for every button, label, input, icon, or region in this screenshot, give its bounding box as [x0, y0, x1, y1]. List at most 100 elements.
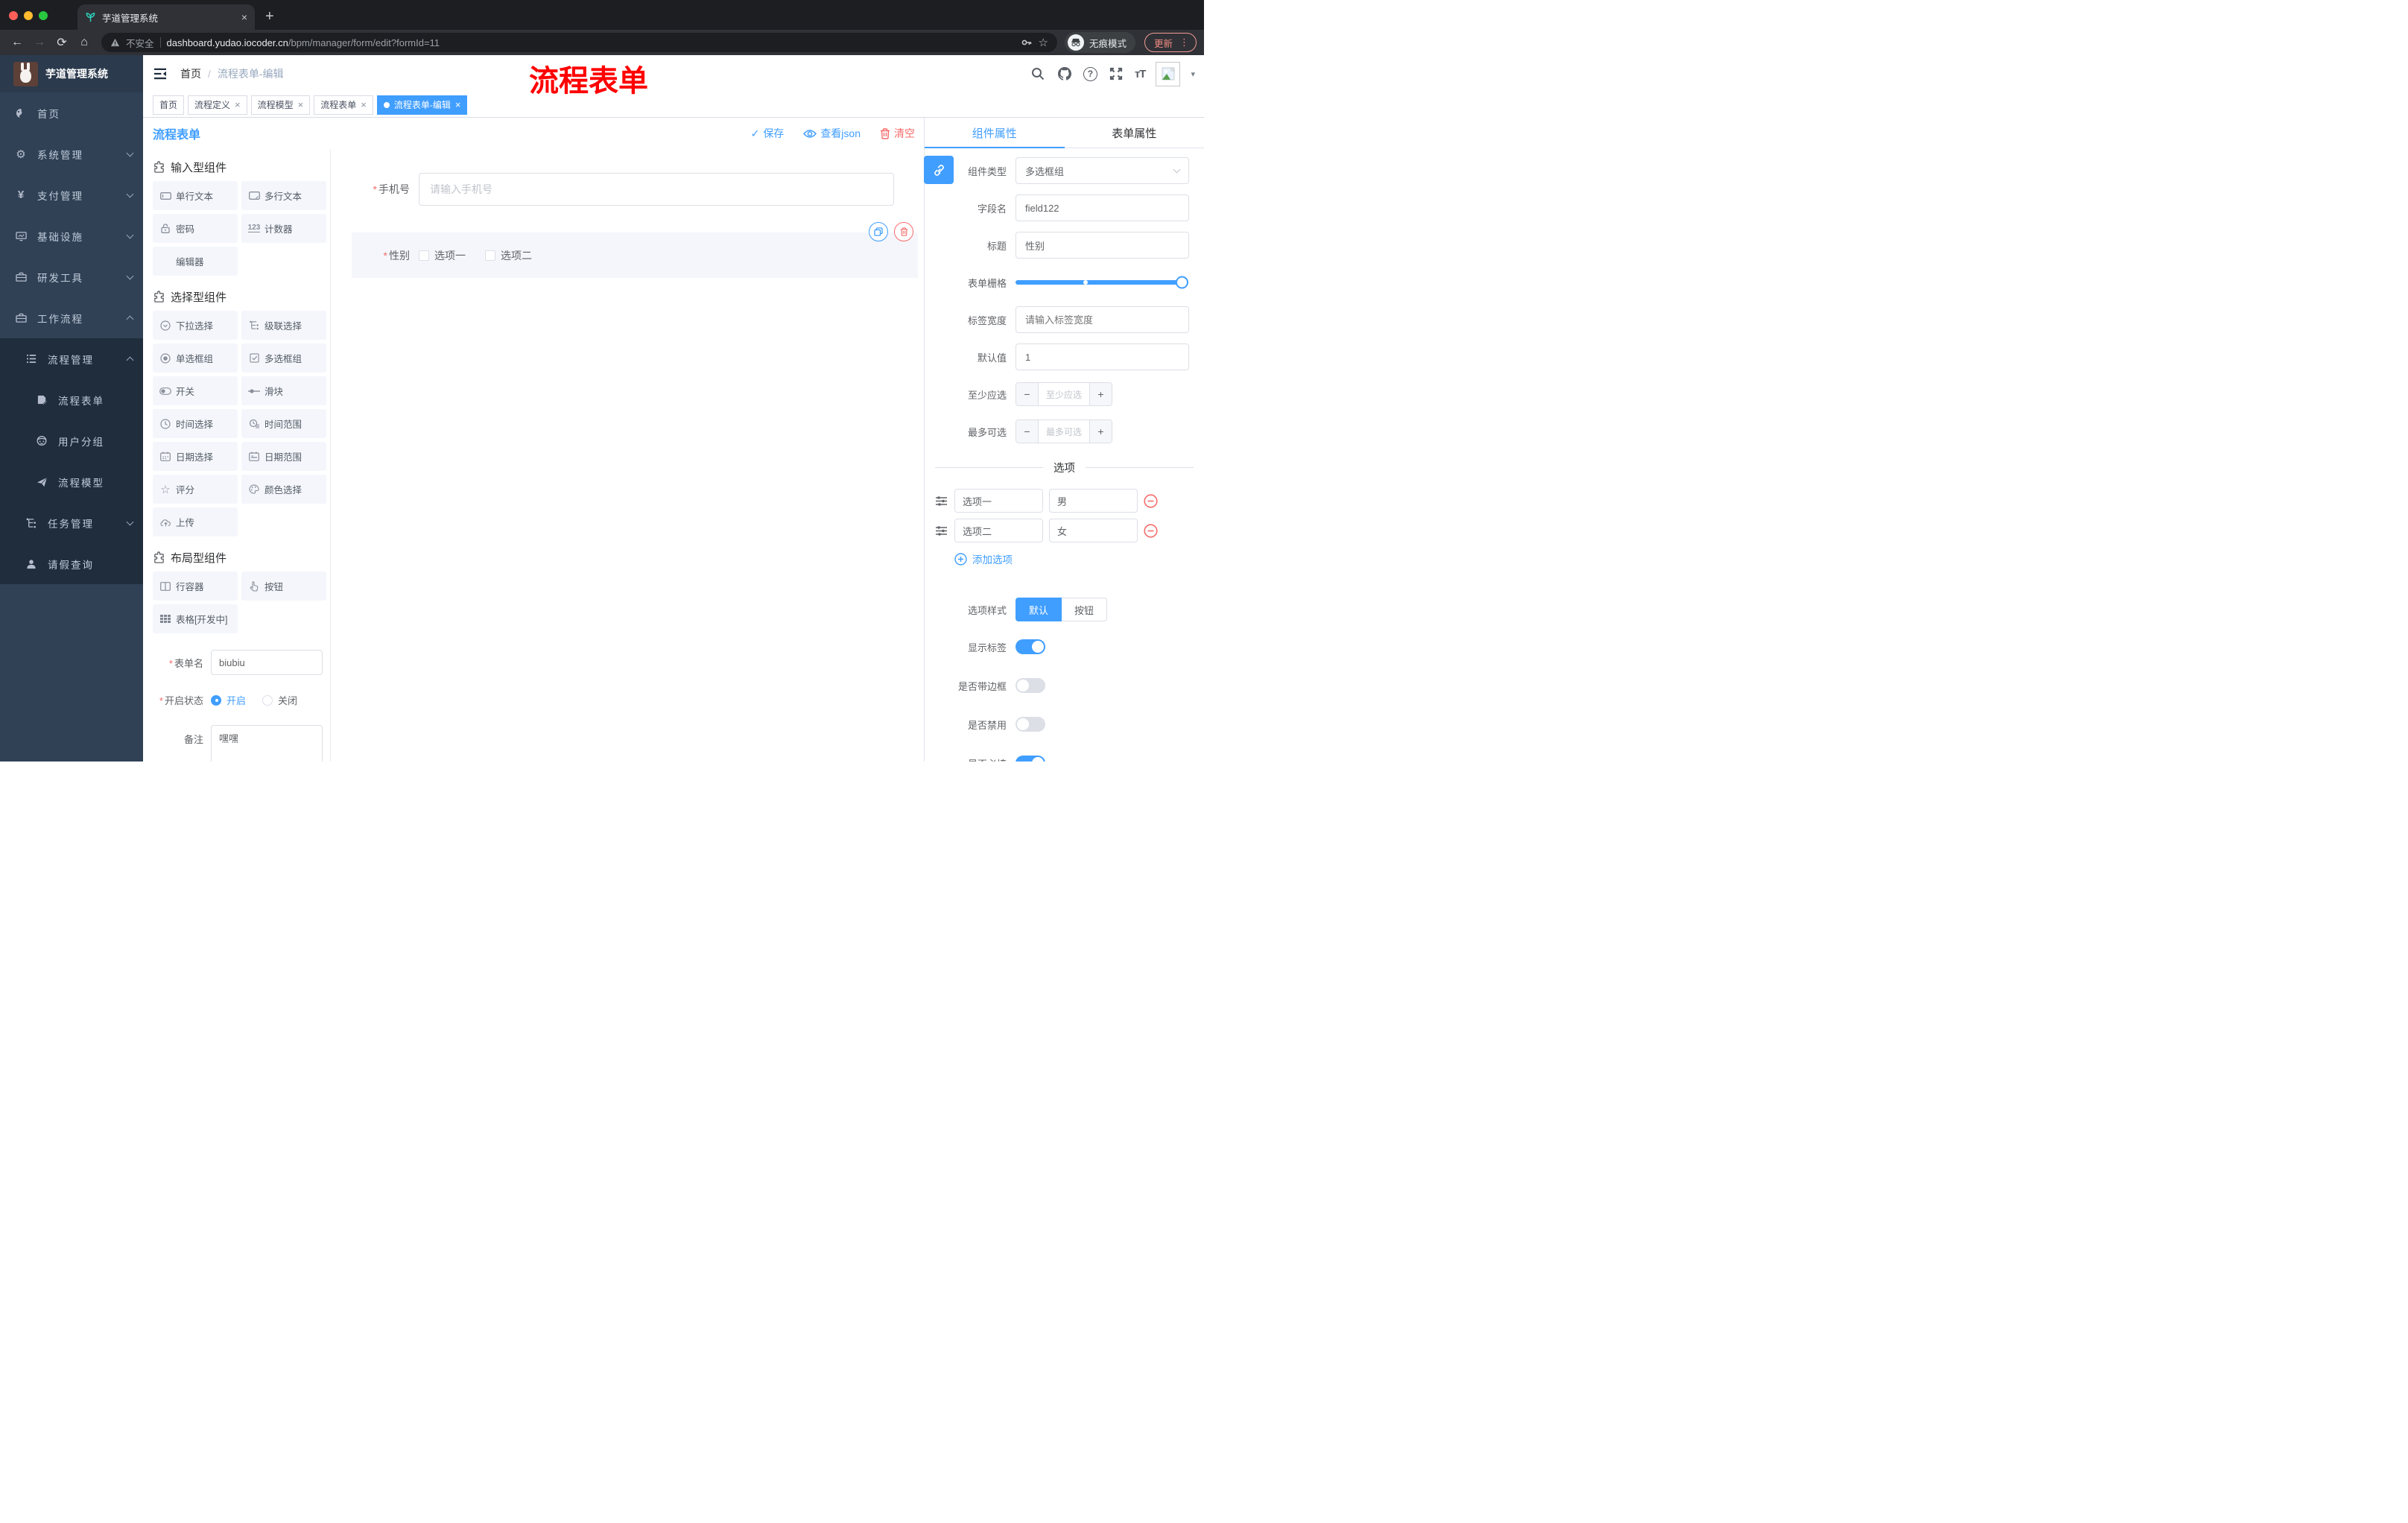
style-button-button[interactable]: 按钮: [1062, 598, 1108, 621]
view-json-button[interactable]: 查看json: [803, 126, 861, 141]
tab-close-icon[interactable]: ×: [241, 11, 247, 23]
back-icon[interactable]: ←: [7, 36, 27, 49]
tab-form-props[interactable]: 表单属性: [1065, 118, 1205, 148]
search-icon[interactable]: [1030, 66, 1046, 82]
new-tab-button[interactable]: +: [265, 8, 274, 25]
sidebar-item-home[interactable]: 首页: [0, 92, 143, 133]
title-input[interactable]: [1016, 232, 1189, 259]
close-icon[interactable]: ×: [361, 99, 367, 110]
component-item-editor[interactable]: 编辑器: [153, 247, 238, 276]
close-icon[interactable]: ×: [455, 99, 461, 110]
help-icon[interactable]: ?: [1083, 66, 1097, 81]
close-window-button[interactable]: [9, 11, 18, 20]
sidebar-item-process-model[interactable]: 流程模型: [0, 461, 143, 502]
bookmark-star-icon[interactable]: ☆: [1039, 36, 1048, 49]
delete-component-button[interactable]: [894, 222, 913, 241]
component-item-time-range[interactable]: 时间范围: [241, 409, 326, 438]
component-type-select[interactable]: 多选框组: [1016, 157, 1189, 184]
github-icon[interactable]: [1056, 66, 1073, 82]
component-item-row-container[interactable]: 行容器: [153, 571, 238, 601]
caret-down-icon[interactable]: ▾: [1191, 69, 1195, 79]
sidebar-item-infra[interactable]: 基础设施: [0, 215, 143, 256]
option-label-input[interactable]: [954, 519, 1043, 542]
sidebar-item-leave-query[interactable]: 请假查询: [0, 543, 143, 584]
component-item-time-picker[interactable]: 时间选择: [153, 409, 238, 438]
fullscreen-icon[interactable]: [1108, 66, 1124, 82]
browser-menu-icon[interactable]: ⋮: [1179, 37, 1189, 48]
save-button[interactable]: ✓ 保存: [751, 126, 785, 141]
component-item-switch[interactable]: 开关: [153, 376, 238, 405]
sidebar-item-process-form[interactable]: 流程表单: [0, 379, 143, 420]
view-tab-process-definition[interactable]: 流程定义 ×: [188, 95, 247, 115]
add-option-button[interactable]: 添加选项: [954, 551, 1204, 566]
view-tab-home[interactable]: 首页: [153, 95, 185, 115]
default-value-input[interactable]: [1016, 343, 1189, 370]
canvas-field-gender-selected[interactable]: * 性别 选项一 选项二: [352, 222, 918, 278]
component-item-color-picker[interactable]: 颜色选择: [241, 475, 326, 504]
view-tab-process-form[interactable]: 流程表单 ×: [314, 95, 373, 115]
max-select-value[interactable]: 最多可选: [1039, 420, 1089, 443]
border-toggle[interactable]: [1016, 678, 1045, 693]
close-icon[interactable]: ×: [235, 99, 241, 110]
update-button[interactable]: 更新 ⋮: [1144, 33, 1197, 52]
component-item-single-text[interactable]: 单行文本: [153, 181, 238, 210]
form-remark-textarea[interactable]: 嘿嘿: [211, 725, 323, 762]
drag-handle-icon[interactable]: [935, 525, 948, 536]
password-key-icon[interactable]: [1021, 37, 1033, 48]
forward-icon[interactable]: →: [30, 36, 49, 49]
font-size-icon[interactable]: ᴛT: [1135, 68, 1146, 80]
component-item-cascader[interactable]: 级联选择: [241, 311, 326, 340]
component-item-checkbox-group[interactable]: 多选框组: [241, 343, 326, 373]
component-item-date-range[interactable]: 日期范围: [241, 442, 326, 471]
slider-handle[interactable]: [1176, 276, 1188, 289]
link-drawer-handle[interactable]: [924, 156, 954, 184]
component-item-button[interactable]: 按钮: [241, 571, 326, 601]
min-select-value[interactable]: 至少应选: [1039, 383, 1089, 405]
option-value-input[interactable]: [1049, 519, 1138, 542]
form-name-input[interactable]: [211, 650, 323, 675]
gender-option-2[interactable]: 选项二: [485, 248, 532, 263]
home-icon[interactable]: ⌂: [75, 36, 94, 49]
component-item-select[interactable]: 下拉选择: [153, 311, 238, 340]
phone-input[interactable]: [419, 173, 894, 206]
drag-handle-icon[interactable]: [935, 495, 948, 507]
component-item-rate[interactable]: ☆ 评分: [153, 475, 238, 504]
increase-button[interactable]: +: [1089, 420, 1112, 443]
status-radio-on[interactable]: 开启: [211, 693, 246, 707]
sidebar-collapse-icon[interactable]: [153, 68, 167, 80]
view-tab-process-form-edit[interactable]: 流程表单-编辑 ×: [376, 95, 468, 115]
sidebar-item-user-group[interactable]: 用户分组: [0, 420, 143, 461]
checkbox-box[interactable]: [419, 250, 429, 261]
label-width-input[interactable]: [1016, 306, 1189, 333]
show-label-toggle[interactable]: [1016, 639, 1045, 654]
decrease-button[interactable]: −: [1016, 420, 1039, 443]
sidebar-item-workflow[interactable]: 工作流程: [0, 297, 143, 338]
sidebar-item-system[interactable]: ⚙ 系统管理: [0, 133, 143, 174]
component-item-upload[interactable]: 上传: [153, 507, 238, 536]
browser-tab[interactable]: 芋道管理系统 ×: [77, 4, 255, 30]
remove-option-button[interactable]: [1144, 493, 1158, 508]
clear-button[interactable]: 清空: [880, 126, 915, 141]
tab-component-props[interactable]: 组件属性: [925, 118, 1065, 148]
breadcrumb-home[interactable]: 首页: [180, 66, 201, 81]
sidebar-item-process-mgmt[interactable]: 流程管理: [0, 338, 143, 379]
sidebar-item-task-mgmt[interactable]: 任务管理: [0, 502, 143, 543]
window-controls[interactable]: [0, 11, 57, 30]
reload-icon[interactable]: ⟳: [52, 35, 72, 50]
gender-option-1[interactable]: 选项一: [419, 248, 466, 263]
component-item-table[interactable]: 表格[开发中]: [153, 604, 238, 633]
style-default-button[interactable]: 默认: [1016, 598, 1062, 621]
decrease-button[interactable]: −: [1016, 383, 1039, 405]
checkbox-box[interactable]: [485, 250, 495, 261]
maximize-window-button[interactable]: [39, 11, 48, 20]
option-label-input[interactable]: [954, 489, 1043, 513]
address-bar[interactable]: 不安全 dashboard.yudao.iocoder.cn/bpm/manag…: [101, 33, 1057, 52]
remove-option-button[interactable]: [1144, 523, 1158, 538]
component-item-password[interactable]: 密码: [153, 214, 238, 243]
component-item-radio-group[interactable]: 单选框组: [153, 343, 238, 373]
required-toggle[interactable]: [1016, 756, 1045, 762]
minimize-window-button[interactable]: [24, 11, 33, 20]
disabled-toggle[interactable]: [1016, 717, 1045, 732]
form-grid-slider[interactable]: [1016, 276, 1188, 289]
option-value-input[interactable]: [1049, 489, 1138, 513]
